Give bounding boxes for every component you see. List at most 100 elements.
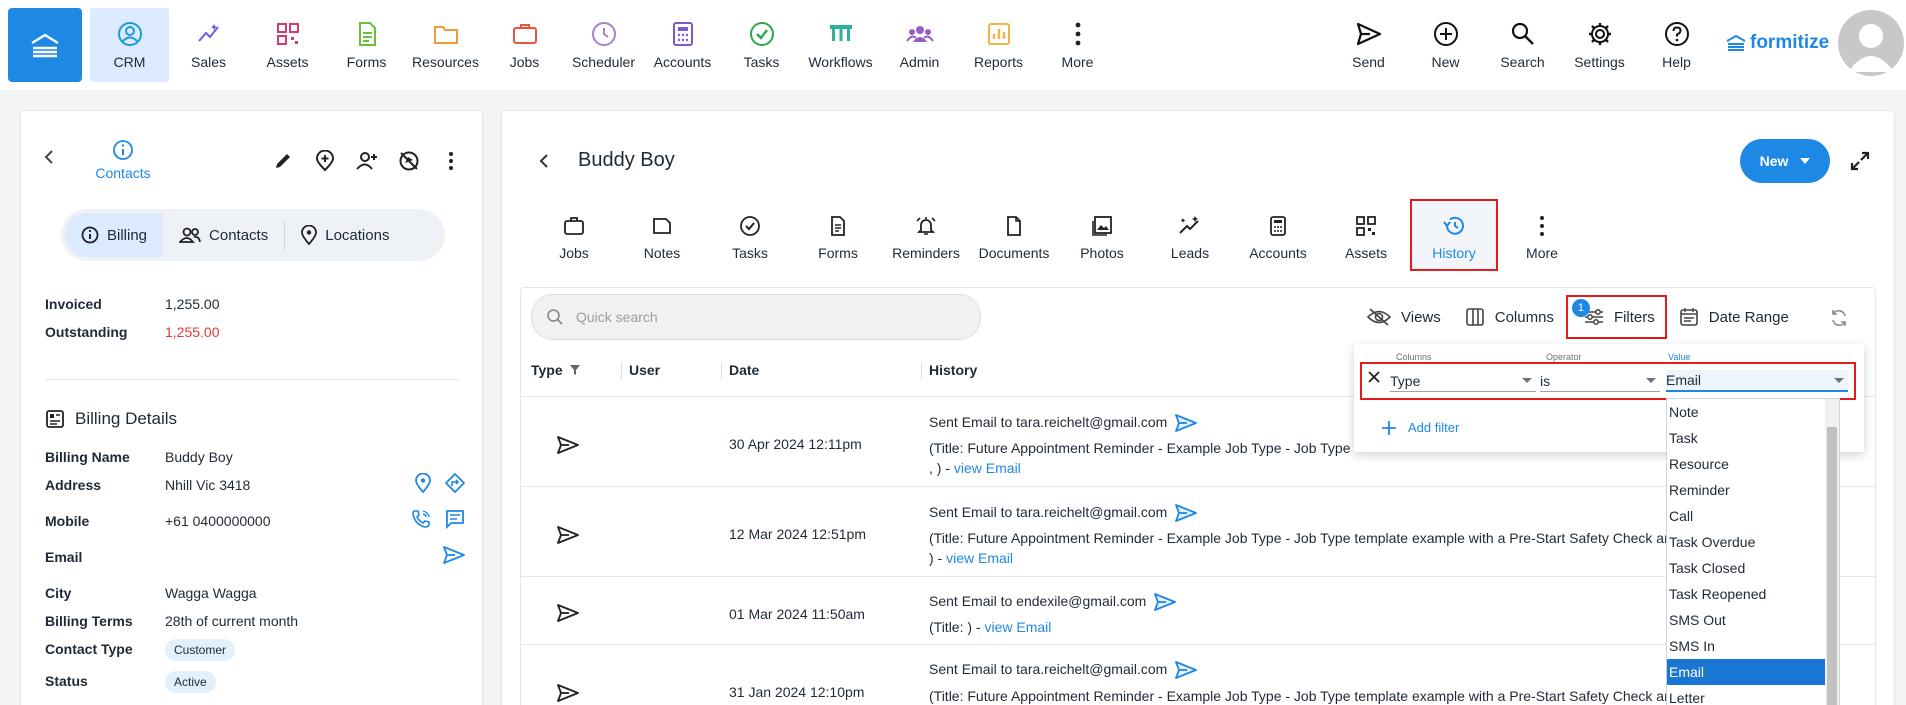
send-email-icon[interactable] [443,545,465,565]
map-pin-icon[interactable] [415,473,431,493]
dropdown-option[interactable]: Reminder [1667,477,1827,503]
nav-resources[interactable]: Resources [406,8,485,82]
segment-contacts[interactable]: Contacts [163,213,284,257]
nav-workflows[interactable]: Workflows [801,8,880,82]
filters-button[interactable]: 1 Filters [1565,295,1667,339]
nav-assets[interactable]: Assets [248,8,327,82]
date-range-label: Date Range [1708,308,1789,326]
dropdown-scroll-thumb[interactable] [1827,427,1837,705]
segment-locations[interactable]: Locations [285,213,405,257]
tab-tasks[interactable]: Tasks [706,199,794,271]
nav-more[interactable]: More [1038,8,1117,82]
filter-operator-select[interactable]: is [1540,370,1660,392]
nav-accounts[interactable]: Accounts [643,8,722,82]
row-history-line3: , ) - view Email [929,460,1021,476]
email-sent-icon [557,604,579,622]
tab-jobs[interactable]: Jobs [530,199,618,271]
segment-billing[interactable]: Billing [65,213,164,257]
row-history-line2: (Title: Future Appointment Reminder - Ex… [929,440,1351,456]
address-actions [415,473,465,493]
row-history-line1: Sent Email to tara.reichelt@gmail.com [929,504,1198,523]
dropdown-option[interactable]: SMS In [1667,633,1827,659]
nav-settings[interactable]: Settings [1561,8,1638,82]
back-chevron-icon[interactable] [43,149,55,165]
tab-reminders[interactable]: Reminders [882,199,970,271]
dropdown-option[interactable]: Task Closed [1667,555,1827,581]
filter-value-value: Email [1666,372,1702,388]
dropdown-option[interactable]: Resource [1667,451,1827,477]
tab-history[interactable]: History [1410,199,1498,271]
tab-accounts[interactable]: Accounts [1234,199,1322,271]
home-button[interactable] [8,8,82,82]
nav-workflows-label: Workflows [808,54,873,70]
tab-forms[interactable]: Forms [794,199,882,271]
directions-icon[interactable] [445,473,465,493]
new-record-button[interactable]: New [1740,139,1830,183]
quick-search-input[interactable]: Quick search [531,294,981,340]
contact-type-cell: Customer [165,639,236,661]
filter-column-select[interactable]: Type [1390,370,1536,392]
filter-value-select[interactable]: Email [1666,370,1848,392]
nav-scheduler[interactable]: Scheduler [564,8,643,82]
view-email-link[interactable]: view Email [954,460,1021,476]
dropdown-option[interactable]: Task Overdue [1667,529,1827,555]
tab-assets[interactable]: Assets [1322,199,1410,271]
dropdown-option[interactable]: Task [1667,425,1827,451]
add-person-icon[interactable] [355,149,379,173]
nav-crm[interactable]: CRM [90,8,169,82]
dropdown-option[interactable]: Note [1667,399,1827,425]
nav-admin[interactable]: Admin [880,8,959,82]
nav-sales[interactable]: Sales [169,8,248,82]
column-header-history[interactable]: History [929,362,977,378]
add-filter-button[interactable]: Add filter [1382,420,1459,435]
nav-help[interactable]: Help [1638,8,1715,82]
nav-forms[interactable]: Forms [327,8,406,82]
view-email-link[interactable]: view Email [984,619,1051,635]
tab-leads[interactable]: Leads [1146,199,1234,271]
nav-send[interactable]: Send [1330,8,1407,82]
hide-location-icon[interactable] [397,149,421,173]
contact-type-label: Contact Type [45,641,133,657]
tab-assets-label: Assets [1344,245,1387,261]
column-header-user[interactable]: User [629,362,660,378]
dropdown-option[interactable]: Call [1667,503,1827,529]
contacts-link[interactable]: Contacts [75,139,171,181]
column-header-date[interactable]: Date [729,362,759,378]
view-email-link[interactable]: view Email [946,550,1013,566]
status-cell: Active [165,671,216,693]
record-back-chevron-icon[interactable] [538,153,550,169]
dropdown-option[interactable]: SMS Out [1667,607,1827,633]
tab-documents[interactable]: Documents [970,199,1058,271]
date-range-button[interactable]: Date Range [1667,295,1801,339]
nav-search[interactable]: Search [1484,8,1561,82]
remove-filter-close-icon[interactable] [1368,371,1380,383]
tab-notes[interactable]: Notes [618,199,706,271]
contact-segment-control: Billing Contacts Locations [61,209,445,261]
row-history-line2: (Title: Future Appointment Reminder - Ex… [929,688,1669,704]
add-location-icon[interactable] [313,149,337,173]
columns-button[interactable]: Columns [1453,295,1566,339]
nav-jobs[interactable]: Jobs [485,8,564,82]
dropdown-option[interactable]: Letter [1667,685,1827,705]
record-title: Buddy Boy [578,149,675,171]
nav-reports[interactable]: Reports [959,8,1038,82]
views-button[interactable]: Views [1355,295,1453,339]
row-history-text: Sent Email to tara.reichelt@gmail.com [929,414,1168,430]
more-vertical-icon[interactable] [439,149,463,173]
phone-call-icon[interactable] [411,509,431,529]
nav-tasks[interactable]: Tasks [722,8,801,82]
tab-photos[interactable]: Photos [1058,199,1146,271]
dropdown-scrollbar[interactable] [1825,399,1839,705]
dropdown-option[interactable]: Task Reopened [1667,581,1827,607]
column-header-type-label: Type [531,362,563,378]
expand-icon[interactable] [1850,151,1870,171]
user-avatar[interactable] [1838,10,1904,76]
refresh-icon[interactable] [1829,308,1849,328]
row-history-prefix: , ) - [929,460,954,476]
tab-more[interactable]: More [1498,199,1586,271]
column-header-type[interactable]: Type [531,362,581,378]
edit-pencil-icon[interactable] [271,149,295,173]
nav-new[interactable]: New [1407,8,1484,82]
sms-icon[interactable] [445,509,465,529]
dropdown-option-selected[interactable]: Email [1667,659,1827,685]
